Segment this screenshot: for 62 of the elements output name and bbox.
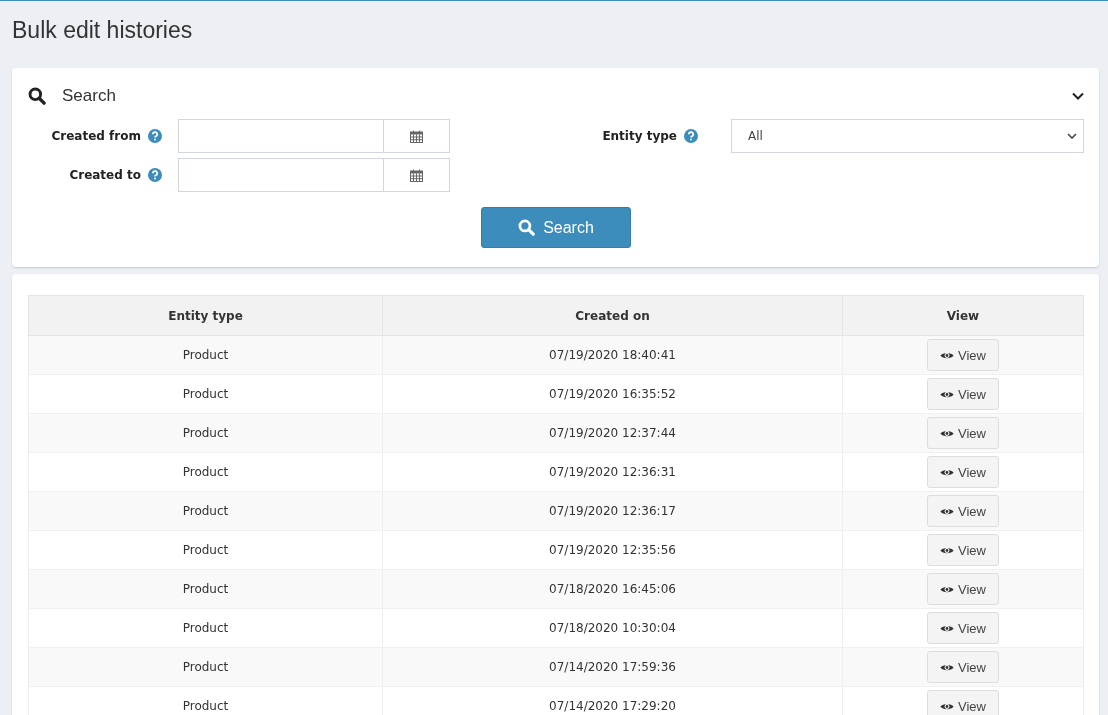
search-icon	[518, 219, 536, 236]
table-cell: 07/19/2020 12:36:17	[382, 491, 843, 531]
view-button[interactable]: View	[927, 690, 999, 715]
table-cell: Product	[28, 530, 383, 570]
view-button[interactable]: View	[927, 378, 999, 410]
table-cell: 07/18/2020 16:45:06	[382, 569, 843, 609]
table-cell: Product	[28, 569, 383, 609]
eye-icon	[940, 506, 954, 516]
eye-icon	[940, 428, 954, 438]
table-cell: 07/14/2020 17:59:36	[382, 647, 843, 687]
eye-icon	[940, 545, 954, 555]
eye-icon	[940, 584, 954, 594]
table-cell: Product	[28, 413, 383, 453]
eye-icon	[940, 662, 954, 672]
view-button[interactable]: View	[927, 495, 999, 527]
search-panel-title[interactable]: Search	[62, 86, 116, 106]
field-label: Entity type	[602, 129, 677, 143]
table-cell: Product	[28, 647, 383, 687]
table-cell: 07/19/2020 12:35:56	[382, 530, 843, 570]
view-button[interactable]: View	[927, 417, 999, 449]
view-button[interactable]: View	[927, 534, 999, 566]
table-cell: Product	[28, 491, 383, 531]
eye-icon	[940, 701, 954, 711]
table-cell: Product	[28, 452, 383, 492]
table-cell: Product	[28, 608, 383, 648]
help-icon[interactable]	[148, 129, 162, 143]
table-cell: 07/19/2020 12:36:31	[382, 452, 843, 492]
view-button[interactable]: View	[927, 651, 999, 683]
view-button[interactable]: View	[927, 339, 999, 371]
table-cell: Product	[28, 374, 383, 414]
help-icon[interactable]	[148, 168, 162, 182]
field-label: Created from	[51, 129, 141, 143]
calendar-icon	[410, 129, 423, 143]
page-title: Bulk edit histories	[12, 17, 194, 45]
column-header: Entity type	[28, 295, 383, 336]
help-icon[interactable]	[684, 129, 698, 143]
entity-type-select[interactable]: All	[731, 119, 1084, 153]
search-button[interactable]: Search	[481, 207, 631, 248]
date-input[interactable]	[178, 119, 384, 153]
view-button[interactable]: View	[927, 456, 999, 488]
table-cell: 07/19/2020 12:37:44	[382, 413, 843, 453]
eye-icon	[940, 389, 954, 399]
eye-icon	[940, 350, 954, 360]
calendar-icon	[410, 168, 423, 182]
eye-icon	[940, 467, 954, 477]
view-button[interactable]: View	[927, 573, 999, 605]
calendar-button[interactable]	[384, 158, 450, 192]
column-header: Created on	[382, 295, 843, 336]
date-input[interactable]	[178, 158, 384, 192]
view-button[interactable]: View	[927, 612, 999, 644]
table-cell: Product	[28, 335, 383, 375]
table-cell: 07/18/2020 10:30:04	[382, 608, 843, 648]
eye-icon	[940, 623, 954, 633]
field-label: Created to	[69, 168, 141, 182]
table-cell: Product	[28, 686, 383, 715]
column-header: View	[842, 295, 1084, 336]
search-icon	[28, 87, 46, 105]
caret-icon	[1067, 133, 1077, 139]
calendar-button[interactable]	[384, 119, 450, 153]
table-cell: 07/19/2020 16:35:52	[382, 374, 843, 414]
table-cell: 07/19/2020 18:40:41	[382, 335, 843, 375]
chevron-icon[interactable]	[1072, 92, 1084, 100]
